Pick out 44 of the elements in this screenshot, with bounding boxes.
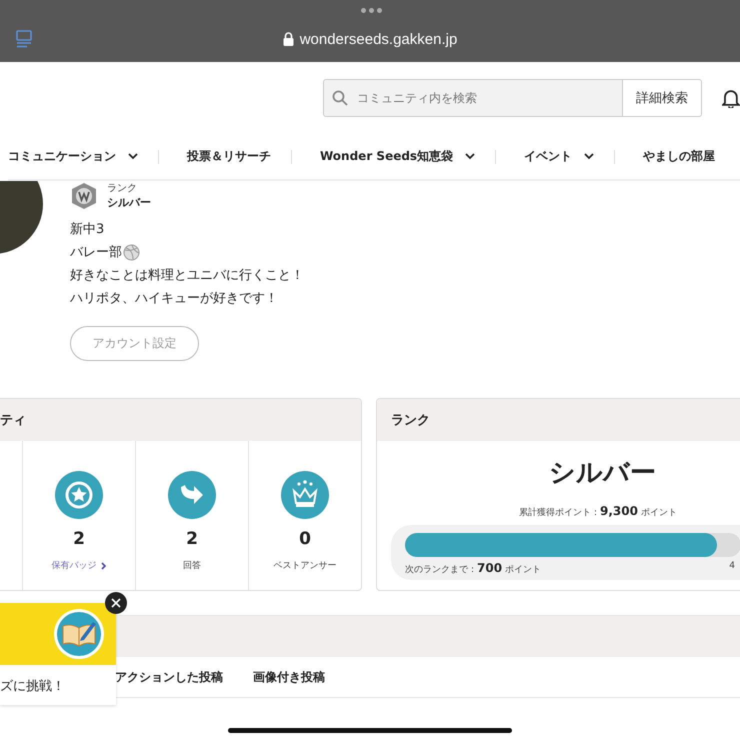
posts-tab[interactable]: 画像付き投稿 [253, 668, 325, 686]
bell-icon[interactable] [722, 88, 740, 108]
card-title: ランク [391, 412, 430, 429]
stat-count: 0 [299, 529, 311, 549]
stat-count: 2 [73, 529, 85, 549]
stat-label: ベストアンサー [274, 560, 336, 572]
search-field[interactable]: コミュニティ内を検索 [323, 79, 623, 117]
close-button[interactable] [105, 592, 127, 614]
total-points-text: 累計獲得ポイント：9,300 ポイント [519, 504, 677, 519]
quiz-popup[interactable]: ズに挑戦！ [0, 603, 116, 705]
nav-item[interactable]: 投票＆リサーチ [187, 148, 271, 165]
points-value: 4 [729, 561, 735, 573]
chevron-down-icon [584, 153, 594, 160]
posts-tab[interactable]: アクションした投稿 [115, 668, 223, 686]
chevron-down-icon [465, 153, 476, 160]
chevron-right-icon [100, 562, 106, 570]
bio-text: ハリポタ、ハイキューが好きです！ [70, 290, 278, 308]
card-title: ティ [0, 412, 26, 429]
next-rank-text: 次のランクまで：700 ポイント [405, 561, 541, 576]
popup-text: ズに挑戦！ [0, 678, 66, 695]
book-pencil-icon [53, 608, 105, 660]
badges-link[interactable]: 保有バッジ [52, 559, 106, 572]
close-icon [111, 598, 121, 608]
nav-item[interactable]: イベント [524, 148, 594, 165]
nav-item[interactable]: Wonder Seeds知恵袋 [320, 148, 476, 165]
nav-item[interactable]: やましの部屋 [643, 148, 716, 165]
lock-icon [282, 32, 294, 46]
bio-text: 好きなことは料理とユニバに行くこと！ [70, 267, 304, 285]
grabber-icon[interactable] [361, 8, 382, 13]
crown-icon [281, 471, 329, 519]
star-badge-icon [55, 471, 103, 519]
stat-count: 2 [186, 529, 198, 549]
bio-text: 新中3 [70, 221, 104, 239]
stat-label: 回答 [183, 560, 201, 572]
rank-value: シルバー [107, 195, 151, 210]
nav-item[interactable]: コミュニケーション [8, 148, 138, 165]
chevron-down-icon [128, 153, 138, 160]
url-text[interactable]: wonderseeds.gakken.jp [300, 30, 458, 48]
bio-text: バレー部 [70, 244, 122, 262]
rank-label: ランク [107, 182, 138, 195]
advanced-search-button[interactable]: 詳細検索 [622, 79, 702, 117]
rank-shield-icon [70, 182, 98, 210]
volleyball-icon [123, 244, 140, 261]
rank-name: シルバー [549, 457, 656, 490]
